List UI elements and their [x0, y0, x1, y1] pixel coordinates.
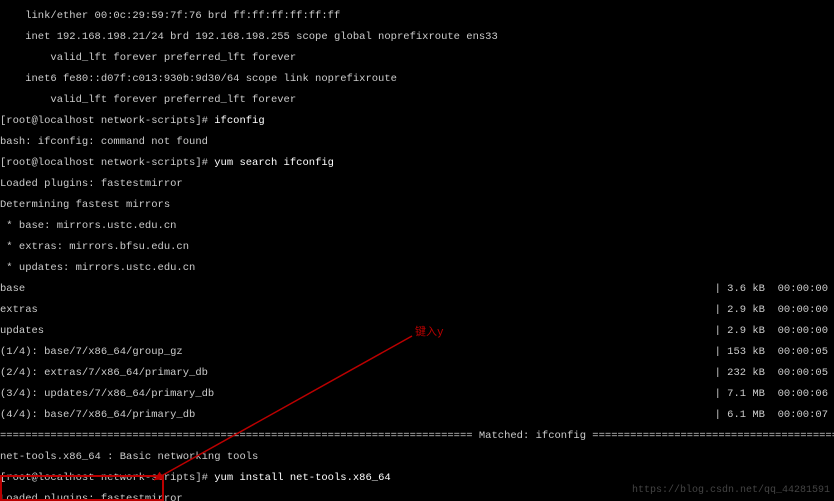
dl-size: | 232 kB 00:00:05	[715, 368, 828, 379]
prompt: [root@localhost network-scripts]#	[0, 115, 214, 127]
mirror-extras: * extras: mirrors.bfsu.edu.cn	[0, 242, 834, 253]
matched-result: net-tools.x86_64 : Basic networking tool…	[0, 452, 834, 463]
determining-mirrors: Determining fastest mirrors	[0, 200, 834, 211]
dl-name: (1/4): base/7/x86_64/group_gz	[0, 346, 183, 358]
dl-name: (2/4): extras/7/x86_64/primary_db	[0, 367, 208, 379]
dl-size: | 6.1 MB 00:00:07	[715, 410, 828, 421]
download-2: (2/4): extras/7/x86_64/primary_db | 232 k…	[0, 368, 834, 379]
cmd-yum-install: yum install net-tools.x86_64	[214, 472, 390, 484]
repo-name: updates	[0, 325, 44, 337]
line-linkether: link/ether 00:0c:29:59:7f:76 brd ff:ff:f…	[0, 11, 834, 22]
annotation-type-y: 键入y	[415, 328, 444, 339]
download-3: (3/4): updates/7/x86_64/primary_db | 7.1 …	[0, 389, 834, 400]
line-inet4: inet 192.168.198.21/24 brd 192.168.198.2…	[0, 32, 834, 43]
prompt: [root@localhost network-scripts]#	[0, 157, 214, 169]
prompt-line-3: [root@localhost network-scripts]# yum in…	[0, 473, 834, 484]
bash-error: bash: ifconfig: command not found	[0, 137, 834, 148]
cmd-yum-search: yum search ifconfig	[214, 157, 334, 169]
repo-extras: extras | 2.9 kB 00:00:00	[0, 305, 834, 316]
prompt-line-2: [root@localhost network-scripts]# yum se…	[0, 158, 834, 169]
download-4: (4/4): base/7/x86_64/primary_db | 6.1 MB …	[0, 410, 834, 421]
repo-size: | 3.6 kB 00:00:00	[715, 284, 828, 295]
repo-size: | 2.9 kB 00:00:00	[715, 326, 828, 337]
repo-base: base | 3.6 kB 00:00:00	[0, 284, 834, 295]
line-inet6: inet6 fe80::d07f:c013:930b:9d30/64 scope…	[0, 74, 834, 85]
repo-name: extras	[0, 304, 38, 316]
dl-name: (3/4): updates/7/x86_64/primary_db	[0, 388, 214, 400]
terminal-output[interactable]: link/ether 00:0c:29:59:7f:76 brd ff:ff:f…	[0, 0, 834, 501]
loaded-plugins: Loaded plugins: fastestmirror	[0, 179, 834, 190]
dl-name: (4/4): base/7/x86_64/primary_db	[0, 409, 195, 421]
mirror-base: * base: mirrors.ustc.edu.cn	[0, 221, 834, 232]
prompt: [root@localhost network-scripts]#	[0, 472, 214, 484]
line-valid1: valid_lft forever preferred_lft forever	[0, 53, 834, 64]
line-valid2: valid_lft forever preferred_lft forever	[0, 95, 834, 106]
repo-name: base	[0, 283, 25, 295]
prompt-line-1: [root@localhost network-scripts]# ifconf…	[0, 116, 834, 127]
dl-size: | 7.1 MB 00:00:06	[715, 389, 828, 400]
cmd-ifconfig: ifconfig	[214, 115, 264, 127]
mirror-updates: * updates: mirrors.ustc.edu.cn	[0, 263, 834, 274]
repo-size: | 2.9 kB 00:00:00	[715, 305, 828, 316]
dl-size: | 153 kB 00:00:05	[715, 347, 828, 358]
watermark: https://blog.csdn.net/qq_44281591	[632, 486, 830, 496]
matched-divider: ========================================…	[0, 431, 834, 442]
download-1: (1/4): base/7/x86_64/group_gz | 153 kB 00…	[0, 347, 834, 358]
